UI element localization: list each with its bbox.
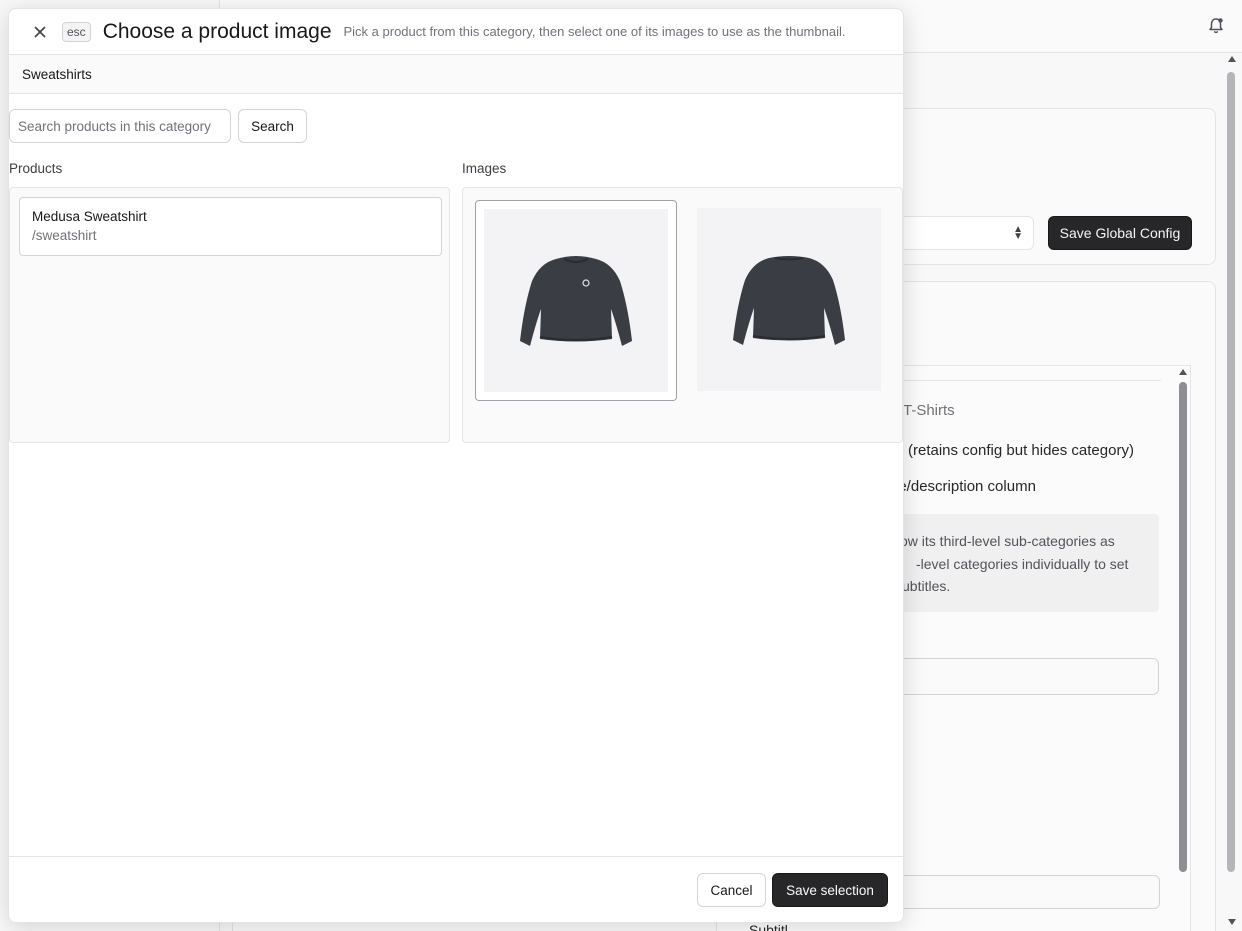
scroll-down-arrow-icon[interactable] bbox=[1228, 919, 1236, 925]
scroll-thumb[interactable] bbox=[1179, 382, 1187, 872]
modal-title: Choose a product image bbox=[102, 19, 332, 43]
save-selection-button[interactable]: Save selection bbox=[772, 873, 888, 907]
subtitle-label: Subtitl bbox=[749, 922, 788, 931]
close-button[interactable] bbox=[31, 23, 49, 41]
sweatshirt-front-image bbox=[520, 255, 632, 346]
save-global-config-button[interactable]: Save Global Config bbox=[1048, 216, 1192, 250]
product-image bbox=[484, 209, 668, 392]
scroll-up-arrow-icon[interactable] bbox=[1179, 369, 1187, 375]
product-item[interactable]: Medusa Sweatshirt /sweatshirt bbox=[19, 197, 442, 256]
category-name: Sweatshirts bbox=[9, 55, 903, 94]
product-image-tile[interactable] bbox=[475, 200, 677, 401]
product-search-input[interactable] bbox=[9, 109, 231, 143]
category-editor-scrollbar[interactable] bbox=[1176, 366, 1190, 931]
modal-subtitle: Pick a product from this category, then … bbox=[343, 24, 846, 39]
close-icon bbox=[34, 26, 46, 37]
search-button[interactable]: Search bbox=[238, 109, 307, 143]
product-image bbox=[697, 208, 881, 391]
bell-icon[interactable] bbox=[1206, 16, 1226, 36]
image-column-option[interactable]: ge/description column bbox=[890, 478, 1036, 495]
modal-header: esc Choose a product image Pick a produc… bbox=[9, 9, 903, 55]
page-scrollbar[interactable] bbox=[1226, 56, 1238, 931]
select-arrows-icon: ▲ ▼ bbox=[1013, 224, 1023, 242]
scroll-up-arrow-icon[interactable] bbox=[1228, 56, 1236, 62]
product-handle: /sweatshirt bbox=[32, 228, 97, 243]
info-note-line: ow its third-level sub-categories as bbox=[900, 533, 1115, 549]
scroll-thumb[interactable] bbox=[1227, 72, 1235, 872]
product-name: Medusa Sweatshirt bbox=[32, 209, 147, 224]
info-note-text: ow its third-level sub-categories as -le… bbox=[888, 530, 1129, 598]
cancel-button[interactable]: Cancel bbox=[697, 873, 766, 907]
products-panel: Medusa Sweatshirt /sweatshirt bbox=[9, 187, 450, 443]
product-image-tile[interactable] bbox=[689, 200, 891, 401]
images-label: Images bbox=[462, 161, 507, 176]
sweatshirt-back-image bbox=[733, 255, 845, 345]
info-note-line: -level categories individually to set bbox=[916, 555, 1129, 572]
choose-image-modal: esc Choose a product image Pick a produc… bbox=[8, 8, 904, 923]
category-name-text: T-Shirts bbox=[903, 402, 955, 419]
images-panel bbox=[462, 187, 903, 443]
products-label: Products bbox=[9, 161, 63, 176]
hide-category-option[interactable]: (retains config but hides category) bbox=[908, 442, 1134, 459]
esc-shortcut-badge: esc bbox=[62, 21, 91, 42]
info-note-line: l subtitles. bbox=[888, 578, 951, 594]
modal-footer: Cancel Save selection bbox=[9, 856, 903, 922]
